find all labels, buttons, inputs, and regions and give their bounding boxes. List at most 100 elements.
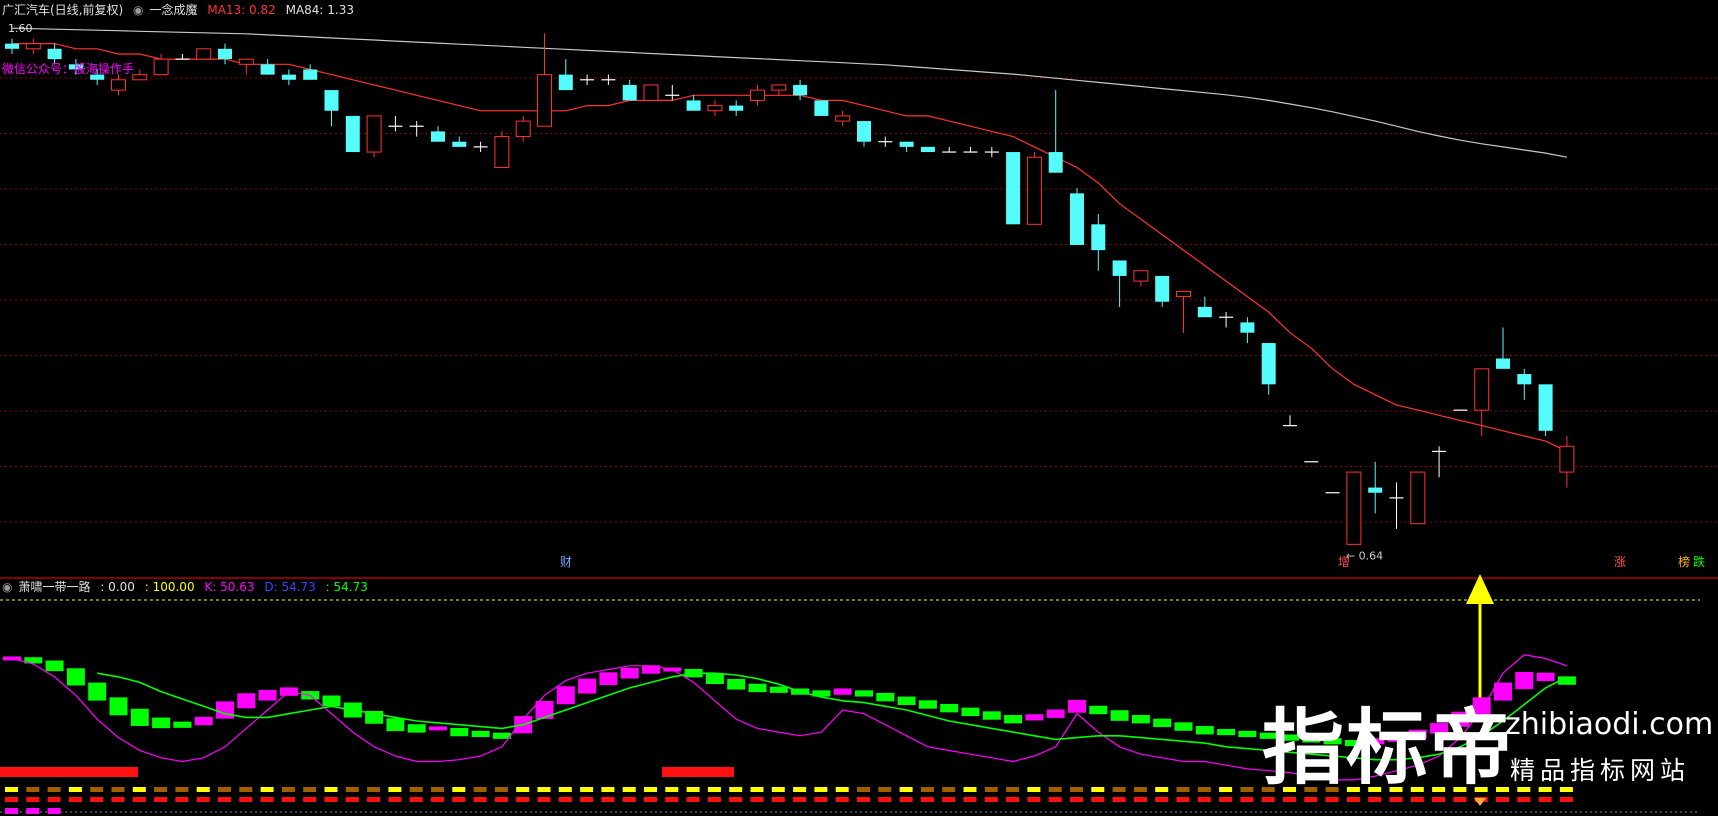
signal-dash: [303, 797, 317, 802]
sub-indicator-name[interactable]: 萧啸一带一路: [18, 580, 90, 594]
candle-up: [238, 58, 254, 65]
signal-dash: [1091, 787, 1105, 792]
signal-dash: [729, 787, 743, 792]
trend-bar: [769, 686, 788, 693]
signal-dash: [26, 787, 40, 792]
stock-title[interactable]: 广汇汽车(日线,前复权): [2, 3, 123, 17]
candle-up: [366, 115, 382, 153]
event-tag: 榜: [1678, 554, 1690, 569]
signal-dash: [1006, 787, 1020, 792]
trend-bar: [322, 695, 341, 707]
signal-dash: [665, 787, 679, 792]
signal-dash: [878, 787, 892, 792]
candle-down: [1197, 306, 1212, 318]
sub-j-label: : 54.73: [325, 580, 368, 594]
signal-dash: [494, 797, 508, 802]
candle-up: [1410, 471, 1426, 525]
candle-up: [25, 43, 41, 50]
signal-dash: [857, 787, 870, 792]
signal-dash: [68, 787, 82, 792]
signal-dash: [494, 787, 508, 792]
signal-dash: [1559, 787, 1573, 792]
signal-dash: [835, 787, 849, 792]
signal-dash: [1027, 787, 1041, 792]
signal-dash: [558, 797, 572, 802]
signal-dash: [409, 787, 423, 792]
candle-down: [431, 131, 445, 142]
signal-dash: [1346, 797, 1360, 802]
sub-indicator-toggle-icon[interactable]: ◉: [2, 580, 12, 594]
signal-dash: [537, 787, 551, 792]
signal-dash: [707, 787, 721, 792]
signal-dash: [196, 797, 210, 802]
signal-dash: [5, 787, 18, 792]
signal-dash: [1496, 797, 1509, 802]
sub-d-label: D: 54.73: [264, 580, 316, 594]
candle-down: [281, 74, 296, 80]
signal-dash: [281, 797, 295, 802]
signal-dash: [1133, 787, 1147, 792]
signal-dash: [558, 787, 572, 792]
trend-bar: [258, 689, 277, 701]
trend-bar: [216, 701, 234, 719]
signal-dash: [537, 797, 551, 802]
ma13-line: [12, 42, 1568, 452]
signal-dash: [345, 787, 359, 792]
signal-dash: [47, 787, 61, 792]
signal-dash: [814, 787, 828, 792]
signal-dash: [622, 787, 636, 792]
signal-dash: [580, 797, 594, 802]
candle-down: [857, 121, 871, 142]
signal-dash: [1538, 797, 1552, 802]
signal-dash: [601, 797, 615, 802]
low-price-label: ← 0.64: [1346, 549, 1383, 562]
candle-down: [1538, 384, 1553, 431]
sub-k-label: K: 50.63: [204, 580, 255, 594]
candle-down: [920, 146, 935, 153]
trend-bar: [237, 693, 256, 709]
signal-dash: [47, 797, 61, 802]
signal-dash: [367, 787, 381, 792]
indicator-toggle-icon[interactable]: ◉: [133, 3, 143, 17]
candle-up: [132, 74, 148, 81]
sub-value-0: : 0.00: [100, 580, 135, 594]
candle-down: [1240, 322, 1255, 333]
trend-bar: [940, 703, 959, 713]
candle-down: [814, 100, 829, 116]
signal-dash: [1176, 787, 1190, 792]
trend-bar: [876, 692, 895, 702]
signal-dash: [132, 787, 146, 792]
signal-dash: [750, 787, 764, 792]
event-tag: 涨: [1614, 554, 1626, 569]
signal-dash: [1240, 787, 1254, 792]
stock-chart[interactable]: ← 0.64 财 增 涨 榜跌: [0, 0, 1718, 816]
trend-bar: [152, 717, 171, 729]
watermark-sub: 精品指标网站: [1510, 756, 1691, 785]
signal-dash: [1133, 797, 1147, 802]
candle-up: [196, 48, 212, 60]
candle-down: [899, 141, 914, 147]
signal-dash: [1112, 787, 1126, 792]
candle-down: [686, 100, 701, 111]
trend-bar: [109, 697, 128, 716]
signal-dash: [814, 797, 828, 802]
signal-dash: [367, 797, 381, 802]
signal-dash: [1155, 787, 1169, 792]
signal-dash: [984, 787, 998, 792]
candle-down: [1112, 260, 1127, 276]
signal-dash: [899, 797, 913, 802]
signal-dash: [111, 797, 125, 802]
signal-dash: [1389, 797, 1403, 802]
indicator-name[interactable]: 一念成魔: [150, 3, 198, 17]
signal-block: [0, 767, 138, 777]
signal-dash: [920, 797, 934, 802]
candle-down: [793, 84, 808, 96]
signal-dash: [388, 787, 402, 792]
trend-bar: [1110, 710, 1129, 721]
main-header: 广汇汽车(日线,前复权) ◉ 一念成魔 MA13: 0.82 MA84: 1.33: [2, 3, 360, 17]
candle-down: [622, 84, 637, 101]
trend-bar: [1217, 728, 1236, 736]
signal-dash: [324, 787, 338, 792]
trend-bar: [1515, 671, 1534, 690]
signal-dash: [5, 797, 18, 802]
